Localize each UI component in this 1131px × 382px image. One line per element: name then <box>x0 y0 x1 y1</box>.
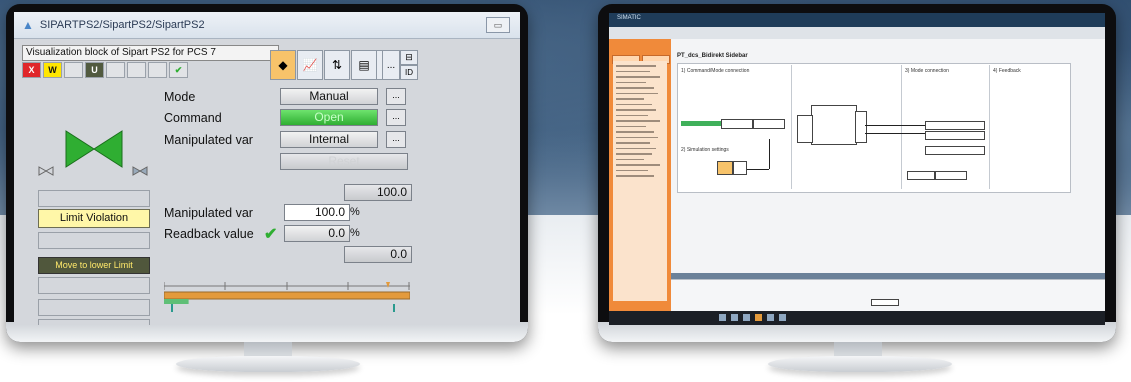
project-tree <box>613 61 667 301</box>
left-monitor-chin <box>6 322 528 342</box>
command-more-button[interactable]: ... <box>386 109 406 126</box>
faceplate-title: Visualization block of Sipart PS2 for PC… <box>22 45 279 61</box>
command-value-button[interactable]: Open <box>280 109 378 126</box>
setpoint-display: 100.0 <box>344 184 412 201</box>
maintenance-status-icon[interactable]: U <box>85 62 104 78</box>
taskbar-icon-3[interactable] <box>743 314 750 321</box>
window-titlebar: ▲ SIPARTPS2/SipartPS2/SipartPS2 ▭ <box>14 12 520 39</box>
wire-3 <box>769 139 770 169</box>
more-views-button[interactable]: ... <box>382 50 400 80</box>
taskbar-icon-6[interactable] <box>779 314 786 321</box>
status-box-1 <box>38 190 150 207</box>
wire-1 <box>865 125 925 126</box>
manipulated-var-mode-button[interactable]: Internal <box>280 131 378 148</box>
status-box-6 <box>38 299 150 316</box>
section-title-2: 2) Simulation settings <box>681 147 729 153</box>
function-block-main[interactable] <box>811 105 857 145</box>
command-label: Command <box>164 111 222 125</box>
parameter-view-icon[interactable]: ⇅ <box>324 50 350 80</box>
output-tag-2[interactable] <box>925 131 985 140</box>
close-button[interactable]: ▭ <box>486 17 510 33</box>
trend-view-icon[interactable]: 📈 <box>297 50 323 80</box>
status-box-3 <box>38 232 150 249</box>
window-title: SIPARTPS2/SipartPS2/SipartPS2 <box>39 19 205 31</box>
manipulated-var-mode-label: Manipulated var <box>164 133 253 147</box>
status-icon-5[interactable] <box>106 62 125 78</box>
function-block-left[interactable] <box>797 115 813 143</box>
property-field[interactable] <box>871 299 899 306</box>
section-title-4: 4) Feedback <box>993 68 1021 74</box>
taskbar-icon-2[interactable] <box>731 314 738 321</box>
pin-icon[interactable]: ⊟ <box>400 50 418 65</box>
readback-value-unit: % <box>350 227 360 239</box>
mode-label: Mode <box>164 90 196 104</box>
engineering-window: SIMATIC PT_dcs_Bidirekt Sidebar 1) Comma… <box>609 13 1105 325</box>
app-logo-icon: ▲ <box>22 18 34 32</box>
readback-value-display: 0.0 <box>284 225 350 242</box>
engineering-app-name: SIMATIC <box>617 15 641 21</box>
block-input-1[interactable] <box>721 119 753 129</box>
output-tag-3[interactable] <box>925 146 985 155</box>
position-bar-fill <box>164 299 189 304</box>
readback-value-label: Readback value <box>164 227 254 241</box>
limit-violation-indicator: Limit Violation <box>38 209 150 228</box>
taskbar-icon-4[interactable] <box>755 314 762 321</box>
status-icon-row: X W U ✔ <box>22 62 188 78</box>
mode-more-button[interactable]: ... <box>386 88 406 105</box>
status-box-5 <box>38 277 150 294</box>
status-icon-6[interactable] <box>127 62 146 78</box>
valve-icon <box>65 130 123 168</box>
check-status-icon[interactable]: ✔ <box>169 62 188 78</box>
input-connector-green <box>681 121 721 126</box>
position-bar-graph <box>164 282 410 312</box>
manipulated-var-input[interactable]: 100.0 <box>284 204 350 221</box>
properties-panel <box>671 279 1105 312</box>
left-stand-base <box>176 356 360 372</box>
open-valve-small-icon <box>132 166 148 176</box>
block-input-2[interactable] <box>753 119 785 129</box>
manipulated-var-unit: % <box>350 206 360 218</box>
simulation-block[interactable] <box>717 161 733 175</box>
wire-2 <box>865 133 925 134</box>
section-title-1: 1) Command/Mode connection <box>681 68 750 74</box>
right-monitor-chin <box>598 322 1116 342</box>
error-status-icon[interactable]: X <box>22 62 41 78</box>
move-to-lower-limit-indicator: Move to lower Limit <box>38 257 150 274</box>
simulation-value-block[interactable] <box>733 161 747 175</box>
chart-title: PT_dcs_Bidirekt Sidebar <box>677 53 748 59</box>
section-title-3: 3) Mode connection <box>905 68 949 74</box>
warning-status-icon[interactable]: W <box>43 62 62 78</box>
faceplate-view-icon[interactable]: ◆ <box>270 50 296 80</box>
closed-valve-small-icon <box>38 166 54 176</box>
mode-output-tag-1[interactable] <box>907 171 935 180</box>
function-block-right[interactable] <box>855 111 867 143</box>
faceplate-window: ▲ SIPARTPS2/SipartPS2/SipartPS2 ▭ Visual… <box>14 12 520 325</box>
taskbar-icon-1[interactable] <box>719 314 726 321</box>
alarm-view-icon[interactable]: ▤ <box>351 50 377 80</box>
mode-output-tag-2[interactable] <box>935 171 967 180</box>
right-stand-base <box>768 356 952 372</box>
windows-taskbar <box>609 311 1105 325</box>
id-icon[interactable]: ID <box>400 65 418 80</box>
status-icon-7[interactable] <box>148 62 167 78</box>
output-tag-1[interactable] <box>925 121 985 130</box>
status-icon-3[interactable] <box>64 62 83 78</box>
manipulated-var-label: Manipulated var <box>164 206 253 220</box>
lower-value-display: 0.0 <box>344 246 412 263</box>
readback-check-icon: ✔ <box>264 226 278 243</box>
manipulated-var-mode-more-button[interactable]: ... <box>386 131 406 148</box>
status-box-7 <box>38 319 150 325</box>
mode-value-button[interactable]: Manual <box>280 88 378 105</box>
reset-button[interactable]: Reset <box>280 153 408 170</box>
taskbar-icon-5[interactable] <box>767 314 774 321</box>
